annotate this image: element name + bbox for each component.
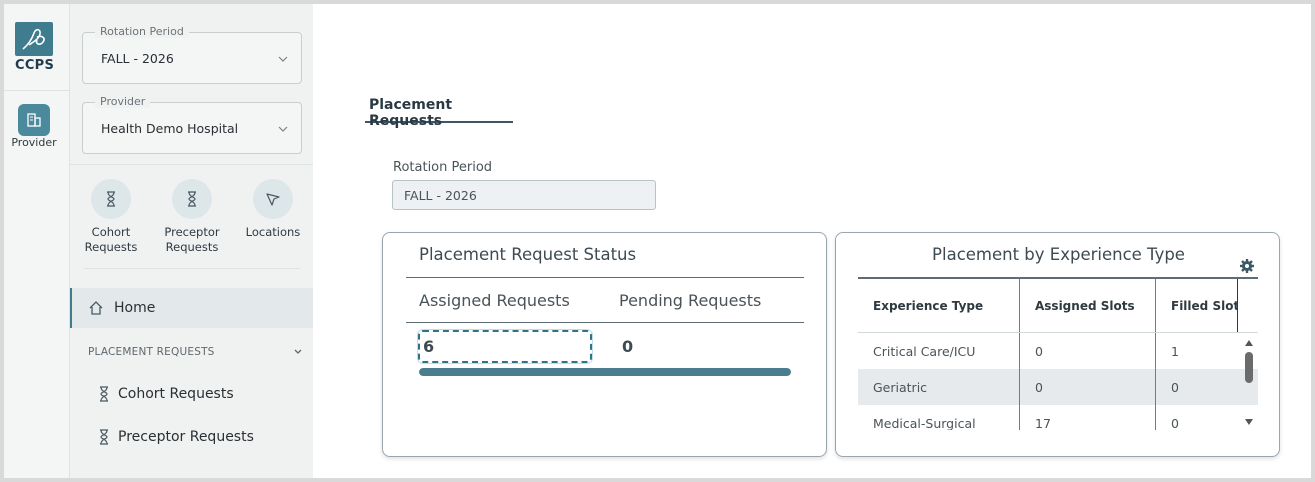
scroll-down-arrow[interactable] (1245, 419, 1253, 425)
card-divider (406, 277, 804, 278)
column-header-assigned-slots[interactable]: Assigned Slots (1020, 279, 1156, 332)
provider-select[interactable]: Provider Health Demo Hospital (82, 95, 302, 154)
sidebar-divider (70, 164, 313, 165)
quick-link-label: Locations (245, 225, 301, 239)
sidebar-item-label: Cohort Requests (118, 386, 234, 402)
provider-value: Health Demo Hospital (101, 121, 239, 136)
logo-mark-icon (15, 22, 53, 56)
table-cell: 17 (1020, 405, 1156, 430)
scroll-up-arrow[interactable] (1245, 340, 1253, 346)
building-icon (27, 113, 41, 127)
quick-link-cohort-requests[interactable]: Cohort Requests (76, 179, 146, 255)
quick-link-label: Cohort Requests (84, 225, 138, 254)
sidebar-item-home[interactable]: Home (70, 288, 313, 328)
rail-divider (4, 90, 70, 91)
sidebar: Rotation Period FALL - 2026 Provider Hea… (70, 4, 313, 478)
logo-text: CCPS (15, 58, 55, 73)
sidebar-item-cohort-requests[interactable]: Cohort Requests (98, 386, 234, 402)
table-cell: 0 (1020, 369, 1156, 405)
quick-link-preceptor-requests[interactable]: Preceptor Requests (157, 179, 227, 255)
table-row[interactable]: Medical-Surgical 17 0 (858, 405, 1258, 430)
rotation-period-field[interactable]: FALL - 2026 (392, 180, 656, 210)
table-row[interactable]: Geriatric 0 0 (858, 369, 1258, 405)
chevron-down-icon (278, 56, 288, 62)
icon-rail: CCPS Provider (4, 4, 70, 478)
cursor-arrow-icon (253, 179, 293, 219)
assigned-requests-header: Assigned Requests (419, 291, 570, 310)
scrollbar-thumb[interactable] (1245, 352, 1253, 383)
assigned-progress-fill (419, 368, 791, 376)
hourglass-icon (100, 386, 108, 402)
column-header-experience-type[interactable]: Experience Type (858, 279, 1020, 332)
placement-by-experience-card: Placement by Experience Type Experience … (835, 232, 1280, 457)
chevron-down-icon (294, 349, 302, 354)
quick-link-locations[interactable]: Locations (238, 179, 308, 240)
card-title: Placement by Experience Type (932, 245, 1185, 264)
sidebar-item-label: Home (114, 300, 156, 316)
provider-rail-label: Provider (11, 136, 57, 149)
app-window: CCPS Provider Rotation Period FALL - 202… (4, 4, 1311, 478)
sidebar-divider (84, 268, 300, 269)
pending-requests-header: Pending Requests (619, 291, 762, 310)
column-header-filled-slots[interactable]: Filled Slots (1156, 279, 1238, 332)
table-cell: 0 (1171, 379, 1179, 395)
card-divider (406, 322, 804, 323)
assigned-requests-value[interactable]: 6 (418, 330, 592, 363)
table-row[interactable]: Critical Care/ICU 0 1 (858, 333, 1258, 369)
hourglass-icon (91, 179, 131, 219)
hourglass-icon (100, 429, 108, 445)
tab-placement-requests[interactable]: Placement Requests (365, 88, 513, 129)
rotation-period-label: Rotation Period (95, 25, 189, 38)
home-icon (89, 301, 103, 315)
rotation-period-value: FALL - 2026 (101, 51, 174, 66)
ccps-logo[interactable]: CCPS (15, 22, 55, 74)
table-cell: 0 (1171, 415, 1179, 431)
provider-rail-button[interactable] (18, 104, 50, 136)
table-cell: Critical Care/ICU (858, 333, 1020, 369)
table-cell: 1 (1171, 343, 1179, 359)
rotation-period-select[interactable]: Rotation Period FALL - 2026 (82, 25, 302, 84)
card-title: Placement Request Status (419, 245, 637, 264)
table-cell: Geriatric (858, 369, 1020, 405)
sidebar-item-preceptor-requests[interactable]: Preceptor Requests (98, 429, 254, 445)
assigned-progress-bar (419, 368, 791, 376)
table-header: Experience Type Assigned Slots Filled Sl… (858, 279, 1258, 333)
rotation-period-label: Rotation Period (393, 160, 493, 175)
placement-request-status-card: Placement Request Status Assigned Reques… (382, 232, 827, 457)
main-content: Placement Requests Rotation Period FALL … (313, 4, 1311, 478)
sidebar-item-label: Preceptor Requests (118, 429, 254, 445)
table-cell: 0 (1020, 333, 1156, 369)
hourglass-icon (172, 179, 212, 219)
sidebar-section-placement-requests[interactable]: PLACEMENT REQUESTS (88, 346, 303, 358)
pending-requests-value[interactable]: 0 (622, 337, 633, 356)
quick-link-label: Preceptor Requests (164, 225, 220, 254)
table-cell: Medical-Surgical (858, 405, 1020, 430)
chevron-down-icon (278, 126, 288, 132)
experience-table: Experience Type Assigned Slots Filled Sl… (858, 277, 1258, 430)
sidebar-section-label: PLACEMENT REQUESTS (88, 346, 215, 358)
gear-icon[interactable] (1239, 258, 1255, 274)
provider-label: Provider (95, 95, 151, 108)
